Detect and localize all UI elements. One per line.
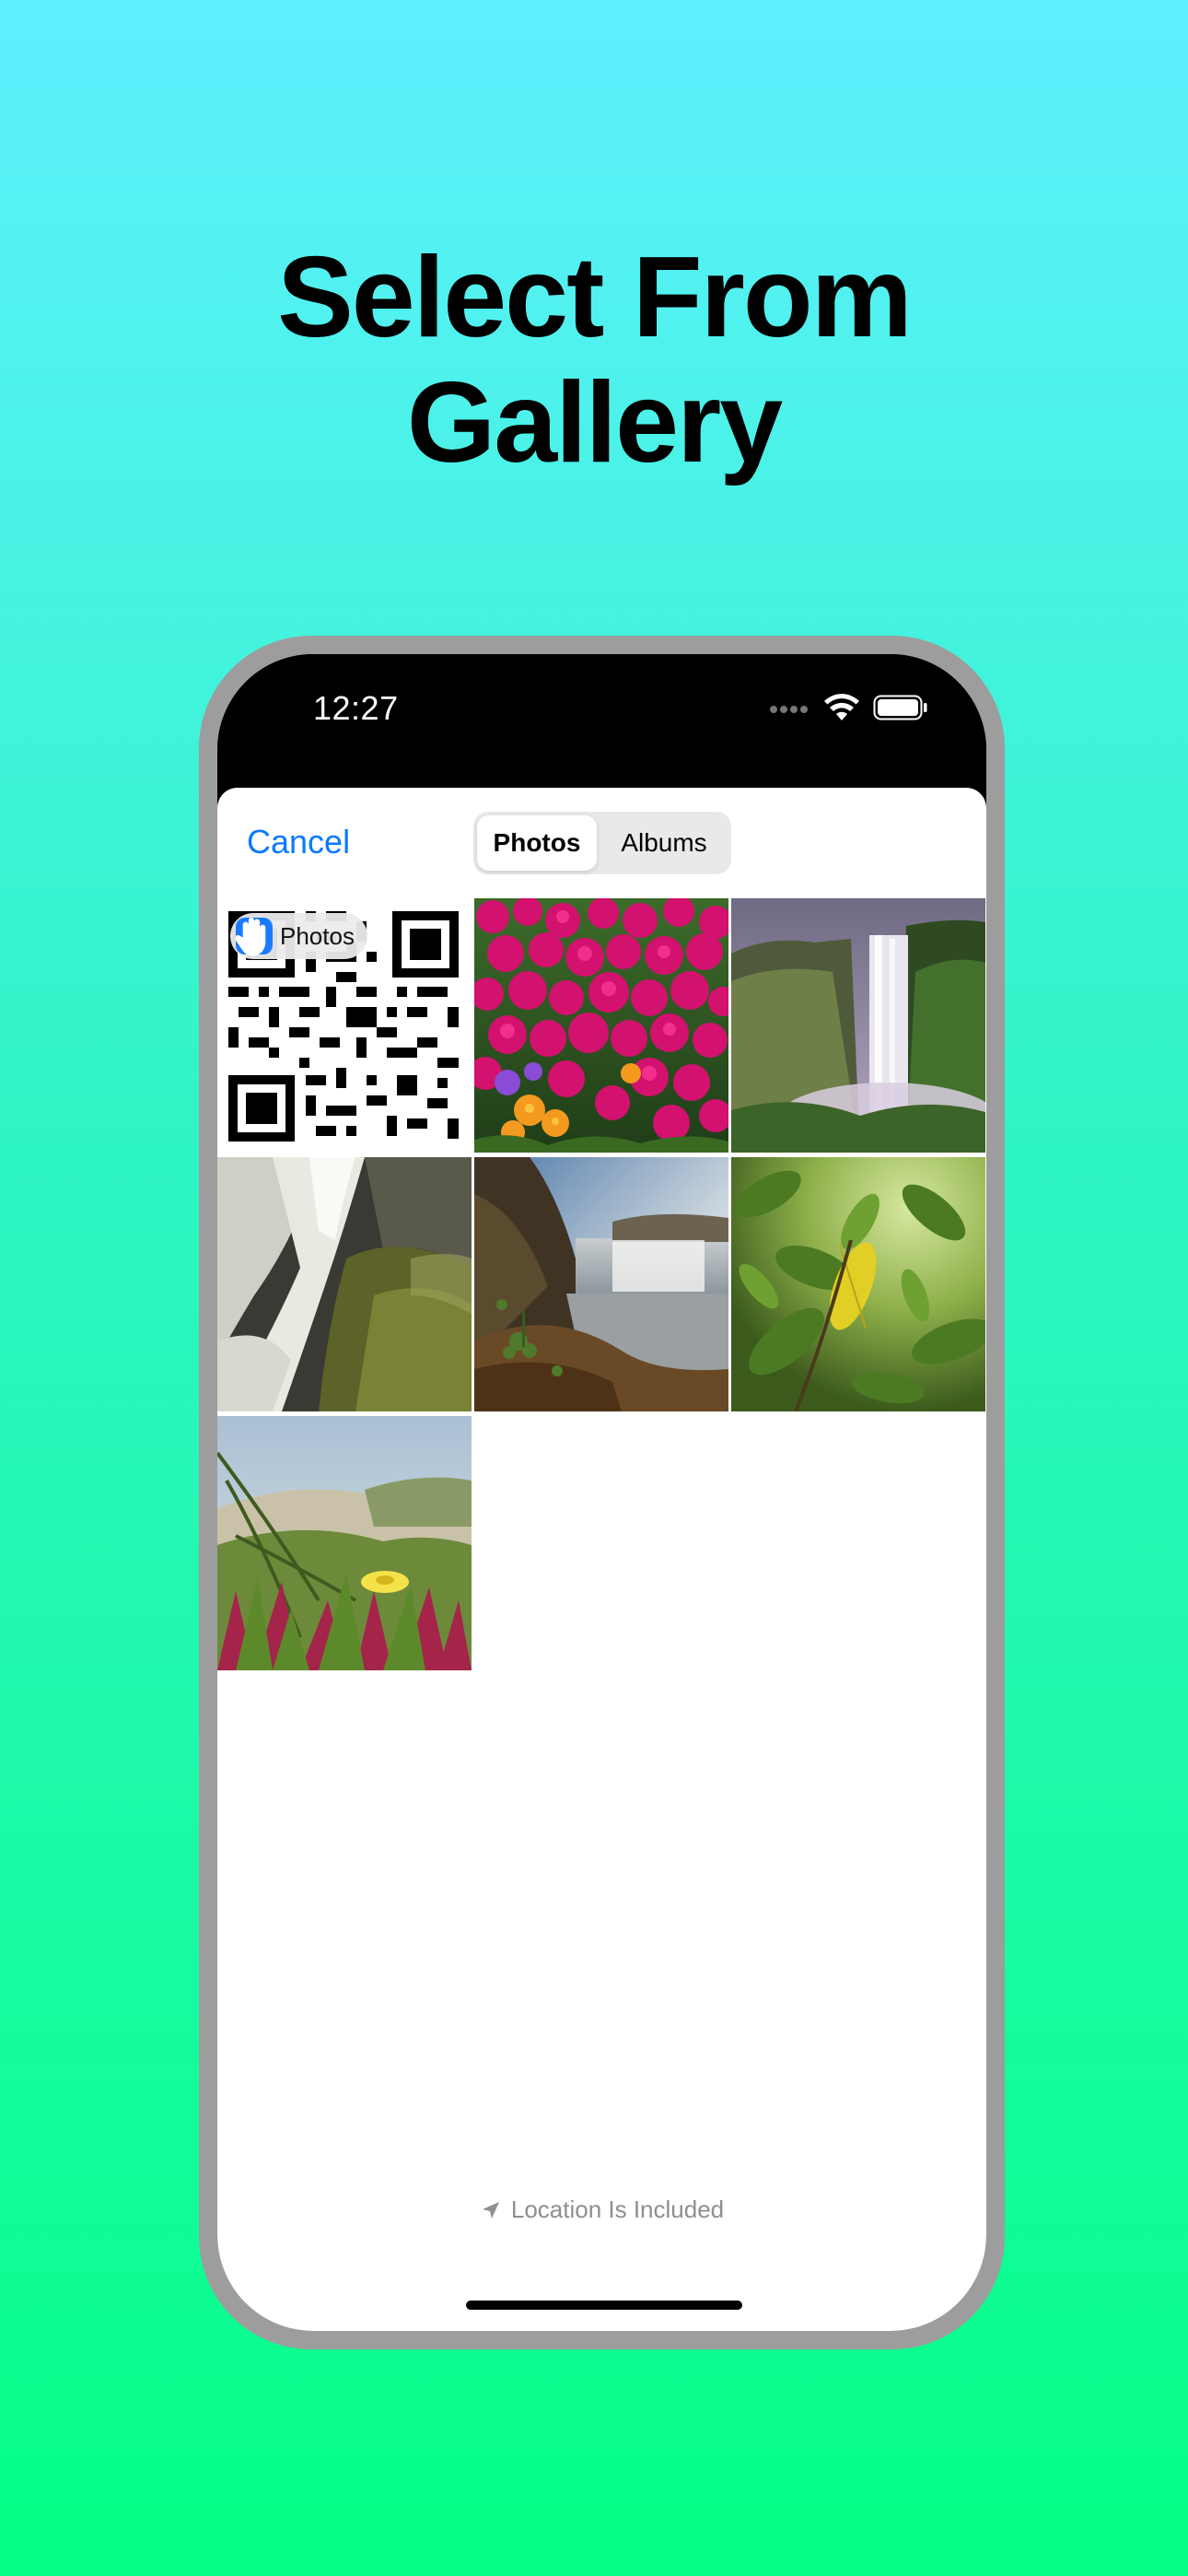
photo-picker-sheet: Cancel Photos Albums Photos Location Is …	[217, 788, 986, 2331]
photos-tag-label: Photos	[280, 921, 355, 950]
photo-thumbnail-green-leaves[interactable]	[731, 1157, 985, 1411]
hand-icon	[236, 918, 273, 956]
tab-albums[interactable]: Albums	[600, 815, 728, 871]
phone-mockup: 12:27 Cancel Photos Albums Photos Locati…	[199, 636, 1005, 2349]
location-note-label: Location Is Included	[510, 2195, 725, 2223]
location-arrow-icon	[482, 2201, 499, 2219]
location-included-note: Location Is Included	[217, 2195, 986, 2224]
photo-thumbnail-waterfall-sunrise[interactable]	[474, 1157, 728, 1411]
status-bar: 12:27	[217, 654, 986, 790]
home-indicator[interactable]	[466, 2301, 742, 2310]
phone-screen: 12:27 Cancel Photos Albums Photos Locati…	[217, 654, 986, 2331]
photo-thumbnail-flowers[interactable]	[474, 898, 728, 1153]
photo-thumbnail-waterfall-cliff[interactable]	[731, 898, 985, 1153]
yellow-flower-image	[217, 1416, 472, 1670]
green-leaves-image	[731, 1157, 985, 1411]
waterfall-sunrise-image	[474, 1157, 728, 1411]
photo-thumbnail-long-exposure-waterfall[interactable]	[217, 1157, 472, 1411]
cancel-button[interactable]: Cancel	[247, 823, 350, 861]
photos-albums-segmented-control: Photos Albums	[473, 812, 731, 874]
headline: Select From Gallery	[0, 235, 1188, 486]
photo-thumbnail-qr-code[interactable]: Photos	[217, 898, 472, 1153]
headline-line-2: Gallery	[406, 359, 784, 486]
picker-header: Cancel Photos Albums	[217, 788, 986, 898]
waterfall-cliff-image	[731, 898, 985, 1153]
status-time: 12:27	[313, 689, 399, 727]
wifi-icon	[824, 694, 859, 720]
cellular-dots-icon	[770, 706, 808, 713]
photo-thumbnail-yellow-flower[interactable]	[217, 1416, 472, 1670]
photos-app-tag: Photos	[230, 913, 367, 959]
tab-photos[interactable]: Photos	[477, 815, 597, 871]
flowers-image	[474, 898, 728, 1153]
headline-line-1: Select From	[277, 234, 913, 361]
battery-icon	[873, 695, 927, 720]
long-exposure-waterfall-image	[217, 1157, 472, 1411]
